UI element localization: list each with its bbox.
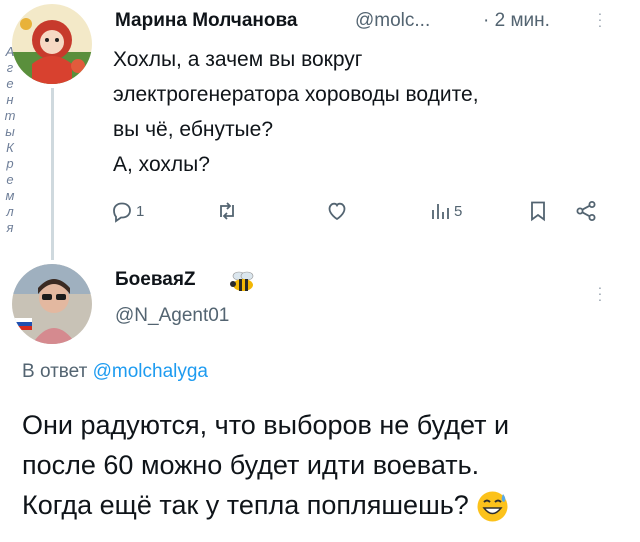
reply-button[interactable]: 1 (110, 197, 144, 225)
tweet-line: электрогенератора хороводы водите, (113, 83, 479, 106)
bookmark-button[interactable] (526, 197, 550, 225)
reply-avatar[interactable] (12, 264, 92, 344)
views-count: 5 (454, 202, 463, 220)
bookmark-icon (531, 201, 545, 222)
parent-timestamp[interactable]: · 2 мин. (483, 10, 550, 32)
reply-author-handle[interactable]: @N_Agent01 (115, 305, 229, 327)
frame-letter: А (5, 44, 15, 59)
bee-icon (228, 270, 258, 299)
frame-letter: К (6, 140, 14, 155)
reply-to-prefix: В ответ (22, 361, 88, 382)
reply-tweet-text: Они радуются, что выборов не будет и пос… (22, 405, 628, 525)
parent-tweet-text: Хохлы, а зачем вы вокруг электрогенерато… (113, 42, 613, 182)
frame-letter: г (6, 60, 14, 75)
frame-letter: р (6, 156, 14, 171)
parent-more-options-icon[interactable]: · · · (597, 6, 603, 32)
tweet-line: А, хохлы? (113, 153, 210, 176)
frame-letter: т (4, 108, 16, 123)
views-button[interactable]: 5 (428, 197, 462, 225)
parent-author-handle[interactable]: @molc... (355, 10, 430, 32)
reply-author-name[interactable]: БоеваяZ (115, 269, 196, 291)
sweat-smile-emoji (476, 490, 509, 523)
thread-connector-line (51, 88, 54, 260)
avatar-frame-letters: А г е н т ы К р е м л я (2, 44, 18, 236)
tweet-line: после 60 можно будет идти воевать. (22, 450, 480, 480)
frame-letter: н (6, 92, 14, 107)
parent-action-bar: 1 5 (110, 197, 610, 225)
frame-letter: л (6, 204, 14, 219)
tweet-line: Они радуются, что выборов не будет и (22, 410, 510, 440)
reply-count: 1 (136, 202, 145, 220)
frame-letter: е (6, 172, 14, 187)
like-button[interactable] (325, 197, 349, 225)
reply-context: В ответ @molchalyga (22, 361, 208, 383)
parent-author-name[interactable]: Марина Молчанова (115, 10, 297, 32)
frame-letter: я (6, 220, 14, 235)
reply-icon (113, 202, 131, 223)
retweet-button[interactable] (215, 197, 239, 225)
share-icon (576, 201, 596, 221)
retweet-icon (220, 202, 234, 220)
reply-more-options-icon[interactable]: · · · (597, 280, 603, 306)
tweet-line: вы чё, ебнутые? (113, 118, 274, 141)
reply-to-handle-link[interactable]: @molchalyga (93, 361, 208, 382)
frame-letter: е (6, 76, 14, 91)
share-button[interactable] (574, 197, 598, 225)
views-icon (432, 204, 449, 219)
tweet-line: Хохлы, а зачем вы вокруг (113, 48, 363, 71)
parent-avatar[interactable] (12, 4, 92, 84)
tweet-line-text: Когда ещё так у тепла попляшешь? (22, 490, 469, 520)
frame-letter: ы (5, 124, 15, 139)
frame-letter: м (5, 188, 15, 203)
tweet-line: Когда ещё так у тепла попляшешь? (22, 485, 628, 525)
heart-icon (328, 202, 346, 221)
